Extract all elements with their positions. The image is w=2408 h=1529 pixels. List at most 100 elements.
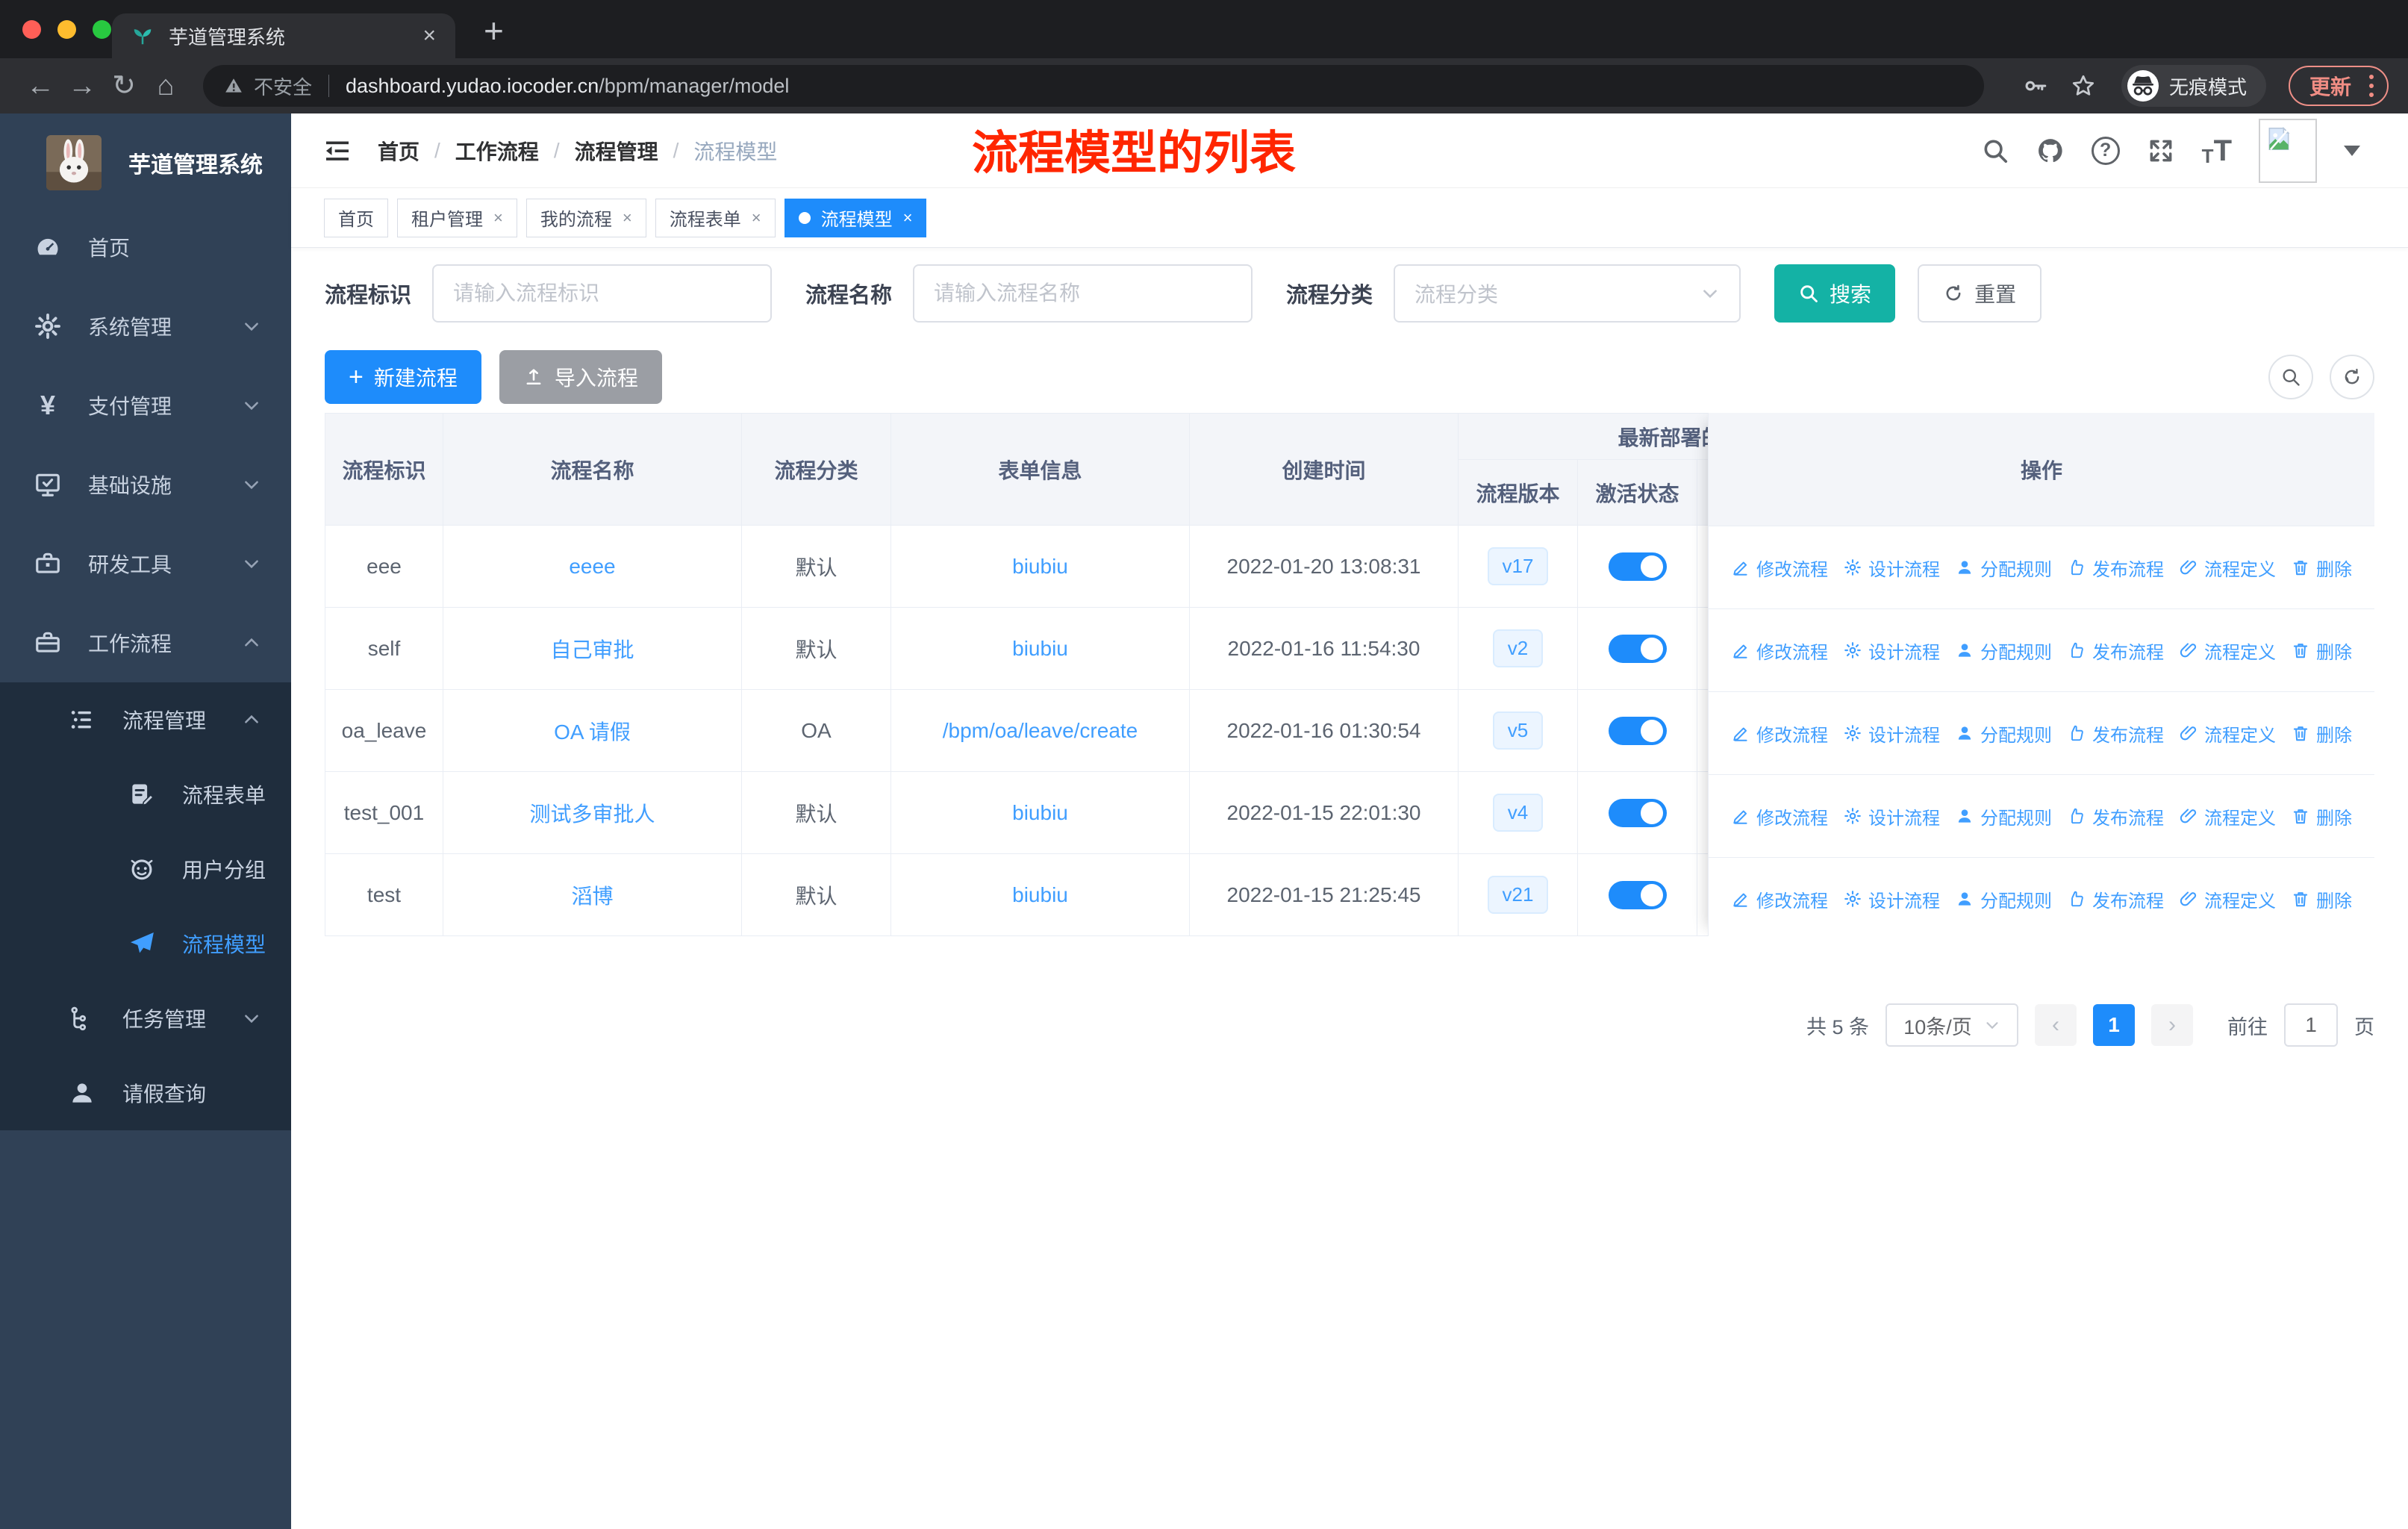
breadcrumb-item[interactable]: 首页: [378, 136, 419, 166]
minimize-window-button[interactable]: [57, 20, 76, 39]
sidebar-item-gear[interactable]: 系统管理: [0, 287, 291, 366]
action-link[interactable]: 设计流程: [1843, 720, 1940, 747]
help-icon[interactable]: ?: [2091, 136, 2120, 165]
form-link[interactable]: biubiu: [1012, 801, 1068, 824]
form-link[interactable]: biubiu: [1012, 637, 1068, 660]
action-link[interactable]: 分配规则: [1955, 803, 2052, 829]
back-icon[interactable]: ←: [19, 72, 61, 100]
tag-view[interactable]: 流程模型 ×: [784, 198, 927, 237]
security-label[interactable]: 不安全: [254, 72, 312, 100]
action-link[interactable]: 流程定义: [2179, 803, 2276, 829]
zoom-window-button[interactable]: [93, 20, 111, 39]
sidebar-logo[interactable]: 芋道管理系统: [0, 113, 291, 197]
tag-view[interactable]: 流程表单 ×: [655, 198, 776, 237]
action-link[interactable]: 分配规则: [1955, 555, 2052, 581]
name-link[interactable]: 自己审批: [550, 638, 634, 661]
action-link[interactable]: 发布流程: [2067, 555, 2164, 581]
form-link[interactable]: biubiu: [1012, 555, 1068, 578]
active-toggle[interactable]: [1608, 880, 1667, 909]
password-key-icon[interactable]: [2023, 73, 2048, 99]
fullscreen-icon[interactable]: [2147, 137, 2175, 165]
url-path[interactable]: /bpm/manager/model: [599, 75, 789, 98]
tag-close-icon[interactable]: ×: [493, 208, 503, 228]
action-link[interactable]: 发布流程: [2067, 720, 2164, 747]
action-link[interactable]: 设计流程: [1843, 638, 1940, 664]
tag-close-icon[interactable]: ×: [752, 208, 761, 228]
sidebar-item-dashboard[interactable]: 首页: [0, 208, 291, 287]
create-process-button[interactable]: + 新建流程: [325, 350, 481, 404]
tag-close-icon[interactable]: ×: [623, 208, 632, 228]
action-link[interactable]: 流程定义: [2179, 555, 2276, 581]
forward-icon[interactable]: →: [61, 72, 103, 100]
bookmark-star-icon[interactable]: [2071, 73, 2096, 99]
tag-view[interactable]: 我的流程 ×: [525, 198, 646, 237]
tag-view[interactable]: 租户管理 ×: [397, 198, 517, 237]
sidebar-item-group[interactable]: 用户分组: [0, 832, 291, 906]
delete-action-link[interactable]: 删除: [2291, 638, 2352, 664]
version-badge[interactable]: v21: [1487, 876, 1549, 914]
tab-close-icon[interactable]: ×: [422, 25, 436, 47]
name-link[interactable]: 测试多审批人: [529, 803, 655, 826]
delete-action-link[interactable]: 删除: [2291, 886, 2352, 912]
action-link[interactable]: 修改流程: [1731, 803, 1828, 829]
sidebar-item-list[interactable]: 流程管理: [0, 682, 291, 757]
update-label[interactable]: 更新: [2309, 71, 2351, 101]
sidebar-item-monitor[interactable]: 基础设施: [0, 445, 291, 524]
sidebar-fold-icon[interactable]: [322, 136, 352, 166]
process-id-input[interactable]: [432, 264, 773, 323]
action-link[interactable]: 修改流程: [1731, 555, 1828, 581]
font-size-icon[interactable]: TT: [2202, 136, 2232, 166]
version-badge[interactable]: v5: [1492, 711, 1544, 750]
version-badge[interactable]: v17: [1487, 547, 1549, 585]
action-link[interactable]: 设计流程: [1843, 555, 1940, 581]
action-link[interactable]: 设计流程: [1843, 886, 1940, 912]
action-link[interactable]: 分配规则: [1955, 638, 2052, 664]
new-tab-button[interactable]: +: [484, 10, 504, 51]
action-link[interactable]: 修改流程: [1731, 886, 1828, 912]
avatar-menu-caret-icon[interactable]: [2344, 145, 2360, 156]
user-avatar[interactable]: [2259, 118, 2317, 183]
sidebar-item-form[interactable]: 流程表单: [0, 757, 291, 832]
name-link[interactable]: eeee: [569, 555, 615, 578]
delete-action-link[interactable]: 删除: [2291, 803, 2352, 829]
version-badge[interactable]: v2: [1492, 629, 1544, 667]
sidebar-item-user[interactable]: 请假查询: [0, 1056, 291, 1130]
reload-icon[interactable]: ↻: [103, 72, 145, 100]
action-link[interactable]: 发布流程: [2067, 803, 2164, 829]
page-size-select[interactable]: 10条/页: [1885, 1003, 2018, 1047]
action-link[interactable]: 流程定义: [2179, 720, 2276, 747]
address-bar[interactable]: 不安全 dashboard.yudao.iocoder.cn/bpm/manag…: [203, 65, 1984, 107]
prev-page-button[interactable]: ‹: [2035, 1004, 2077, 1046]
github-icon[interactable]: [2036, 137, 2065, 165]
reset-button[interactable]: 重置: [1918, 264, 2042, 323]
action-link[interactable]: 流程定义: [2179, 886, 2276, 912]
sidebar-item-toolbox[interactable]: 研发工具: [0, 524, 291, 603]
next-page-button[interactable]: ›: [2151, 1004, 2193, 1046]
active-toggle[interactable]: [1608, 716, 1667, 745]
form-link[interactable]: biubiu: [1012, 883, 1068, 906]
action-link[interactable]: 流程定义: [2179, 638, 2276, 664]
sidebar-item-tasks[interactable]: 任务管理: [0, 981, 291, 1056]
sidebar-item-workflow[interactable]: 工作流程: [0, 603, 291, 682]
search-icon[interactable]: [1981, 137, 2009, 165]
current-page-button[interactable]: 1: [2093, 1004, 2135, 1046]
url-domain[interactable]: dashboard.yudao.iocoder.cn: [346, 75, 599, 98]
goto-page-input[interactable]: [2284, 1003, 2338, 1047]
tag-close-icon[interactable]: ×: [903, 208, 913, 228]
name-link[interactable]: 滔博: [571, 885, 613, 908]
active-toggle[interactable]: [1608, 634, 1667, 663]
process-name-input[interactable]: [913, 264, 1253, 323]
action-link[interactable]: 发布流程: [2067, 638, 2164, 664]
refresh-table-button[interactable]: [2330, 355, 2374, 399]
breadcrumb-item[interactable]: 工作流程: [455, 136, 539, 166]
hide-search-button[interactable]: [2268, 355, 2313, 399]
window-controls[interactable]: [22, 20, 111, 39]
action-link[interactable]: 修改流程: [1731, 638, 1828, 664]
action-link[interactable]: 发布流程: [2067, 886, 2164, 912]
import-process-button[interactable]: 导入流程: [499, 350, 662, 404]
home-icon[interactable]: ⌂: [145, 72, 187, 100]
action-link[interactable]: 分配规则: [1955, 720, 2052, 747]
browser-tab[interactable]: 芋道管理系统 ×: [112, 13, 455, 58]
version-badge[interactable]: v4: [1492, 794, 1544, 832]
action-link[interactable]: 修改流程: [1731, 720, 1828, 747]
